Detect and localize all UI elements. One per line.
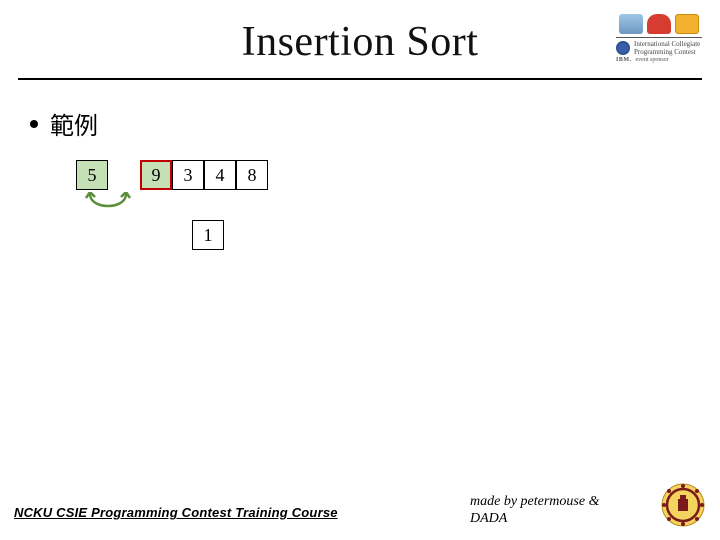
logo-divider	[616, 37, 702, 38]
array-cell-value: 4	[216, 165, 225, 186]
array-cell-value: 8	[248, 165, 257, 186]
sponsor-logos: International CollegiateProgramming Cont…	[614, 14, 704, 70]
logo-acm-row: International CollegiateProgramming Cont…	[614, 40, 704, 56]
page-title: Insertion Sort	[0, 0, 720, 66]
extracted-cell-value: 1	[204, 225, 213, 246]
logo-ibm-row: IBM. event sponsor	[614, 56, 704, 64]
array-cell-value: 5	[88, 165, 97, 186]
university-seal-icon	[660, 482, 706, 528]
extracted-cell: 1	[192, 220, 224, 250]
sponsor-text: event sponsor	[636, 57, 669, 63]
swap-arrow-icon	[82, 192, 134, 218]
footer-credit-line2: DADA	[470, 511, 507, 526]
array-cell-value: 9	[152, 165, 161, 186]
array-cell-value: 3	[184, 165, 193, 186]
ibm-text: IBM.	[616, 57, 632, 63]
logo-red-icon	[647, 14, 671, 34]
bullet-label: 範例	[50, 106, 98, 141]
array-cell-2: 3	[172, 160, 204, 190]
logo-blue-icon	[619, 14, 643, 34]
acm-text: International CollegiateProgramming Cont…	[634, 40, 700, 56]
acm-circle-icon	[616, 41, 630, 55]
array-cell-0: 5	[76, 160, 108, 190]
logo-yellow-icon	[675, 14, 699, 34]
footer-course: NCKU CSIE Programming Contest Training C…	[14, 505, 338, 520]
slide: International CollegiateProgramming Cont…	[0, 0, 720, 540]
array-cell-4: 8	[236, 160, 268, 190]
bullet-row: 範例	[30, 106, 98, 141]
bullet-icon	[30, 120, 38, 128]
array-cell-3: 4	[204, 160, 236, 190]
array-cell-1: 9	[140, 160, 172, 190]
logo-row-icons	[614, 14, 704, 34]
footer-credits: made by petermouse & DADA	[470, 494, 650, 528]
footer-credit-line1: made by petermouse &	[470, 494, 599, 509]
title-divider	[18, 78, 702, 80]
